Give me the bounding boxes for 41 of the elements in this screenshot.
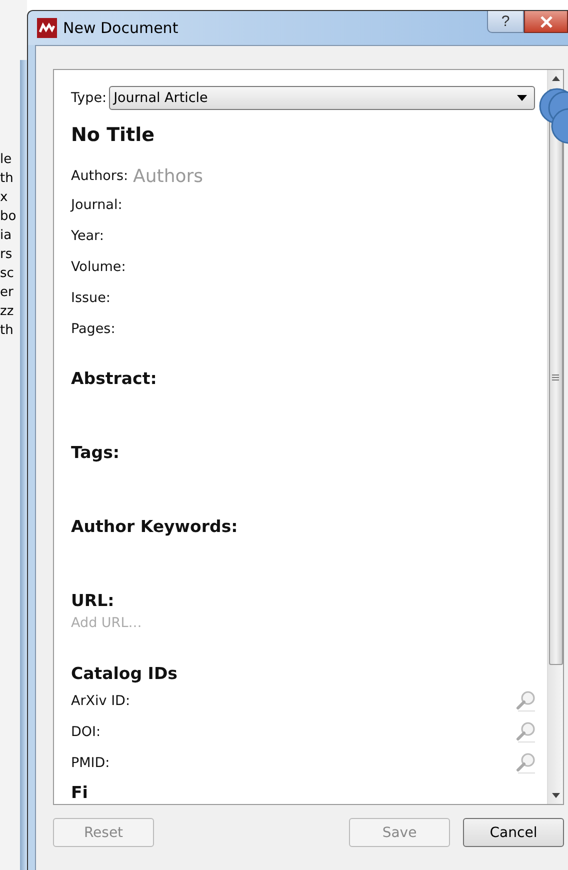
app-logo-icon: [37, 18, 57, 38]
help-button[interactable]: ?: [487, 11, 524, 33]
dropdown-arrow-icon: [517, 95, 527, 101]
field-label: Pages:: [71, 320, 116, 336]
cut-text: zz: [0, 304, 15, 320]
id-label: ArXiv ID:: [71, 692, 130, 708]
document-title[interactable]: No Title: [71, 124, 535, 150]
cut-text: ia: [0, 228, 13, 244]
section-heading: Tags:: [71, 442, 120, 464]
cut-text: rs: [0, 247, 14, 263]
cut-text: th: [0, 171, 14, 187]
field-label: Volume:: [71, 258, 126, 274]
search-icon[interactable]: [515, 690, 537, 712]
section-heading: Catalog IDs: [71, 662, 178, 685]
search-icon[interactable]: [515, 720, 537, 742]
window-title: New Document: [63, 19, 178, 37]
section-heading: URL:: [71, 590, 116, 612]
dialog-button[interactable]: Cancel: [463, 818, 564, 847]
authors-label: Authors:: [71, 168, 128, 184]
cut-text: x: [0, 190, 9, 206]
field-label: Issue:: [71, 290, 110, 306]
cut-text: sc: [0, 266, 15, 282]
cut-text: th: [0, 323, 14, 339]
type-dropdown[interactable]: Journal Article: [108, 86, 535, 110]
close-icon: [540, 16, 552, 28]
section-heading: Author Keywords:: [71, 516, 239, 538]
section-heading: Fi: [71, 782, 89, 804]
field-label: Year:: [71, 228, 104, 244]
field-label: Journal:: [71, 196, 122, 212]
id-label: DOI:: [71, 724, 101, 740]
scroll-down-arrow-icon[interactable]: [552, 793, 560, 798]
section-heading: Abstract:: [71, 368, 158, 390]
close-button[interactable]: [524, 11, 568, 33]
type-label: Type:: [71, 90, 107, 106]
cut-text: le: [0, 152, 13, 168]
id-label: PMID:: [71, 754, 110, 770]
scroll-up-arrow-icon[interactable]: [552, 76, 560, 81]
cut-text: er: [0, 285, 14, 301]
cut-text: bo: [0, 209, 18, 225]
search-icon[interactable]: [515, 752, 537, 774]
grip-icon: [552, 374, 559, 380]
